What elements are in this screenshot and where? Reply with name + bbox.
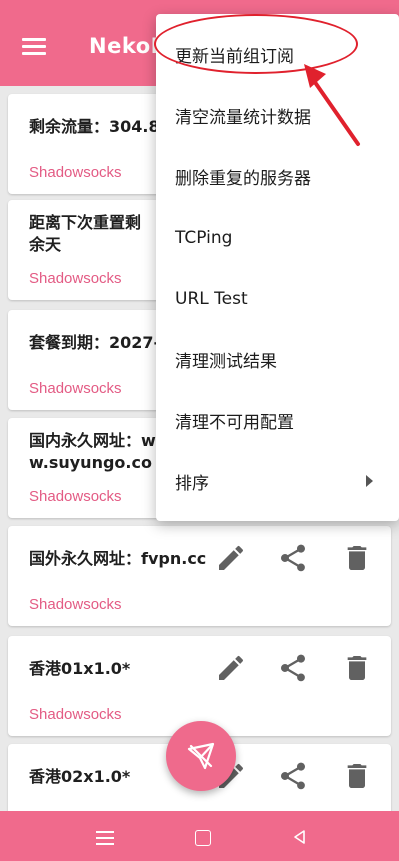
trash-icon[interactable] xyxy=(341,760,373,792)
profile-title: 香港01x1.0* xyxy=(29,659,131,678)
submenu-arrow-icon xyxy=(366,475,373,487)
profile-type: Shadowsocks xyxy=(29,488,122,505)
menu-item-label: 清空流量统计数据 xyxy=(175,108,311,128)
profile-title: 国外永久网址：fvpn.cc xyxy=(29,549,207,568)
profile-title: 距离下次重置剩余天 xyxy=(29,213,142,254)
profile-title: 国内永久网址：www.suyungo.co xyxy=(29,431,171,472)
back-icon[interactable] xyxy=(292,829,308,845)
menu-item-label: 清理测试结果 xyxy=(175,352,277,372)
profile-actions xyxy=(215,652,375,684)
status-bar xyxy=(0,0,399,14)
share-icon[interactable] xyxy=(277,652,309,684)
profile-type: Shadowsocks xyxy=(29,596,122,613)
trash-icon[interactable] xyxy=(341,542,373,574)
menu-item-url-test[interactable]: URL Test xyxy=(156,268,399,329)
profile-actions xyxy=(215,542,375,574)
menu-item-clear-results[interactable]: 清理测试结果 xyxy=(156,329,399,390)
pencil-icon[interactable] xyxy=(215,542,247,574)
menu-item-label: 清理不可用配置 xyxy=(175,413,294,433)
system-nav-bar xyxy=(0,811,399,861)
share-icon[interactable] xyxy=(277,760,309,792)
menu-item-sort[interactable]: 排序 xyxy=(156,451,399,512)
menu-item-label: 删除重复的服务器 xyxy=(175,169,311,189)
paper-plane-icon xyxy=(187,742,215,770)
recent-apps-icon[interactable] xyxy=(96,831,114,845)
menu-item-label: 排序 xyxy=(175,474,209,494)
annotation-arrow-icon xyxy=(304,64,360,146)
profile-type: Shadowsocks xyxy=(29,706,122,723)
menu-item-label: TCPing xyxy=(175,227,233,248)
pencil-icon[interactable] xyxy=(215,652,247,684)
menu-item-clear-unavailable[interactable]: 清理不可用配置 xyxy=(156,390,399,451)
menu-icon[interactable] xyxy=(22,38,46,56)
menu-item-tcping[interactable]: TCPing xyxy=(156,207,399,268)
menu-item-label: URL Test xyxy=(175,288,248,309)
profile-type: Shadowsocks xyxy=(29,164,122,181)
trash-icon[interactable] xyxy=(341,652,373,684)
profile-actions xyxy=(215,760,375,792)
menu-item-remove-duplicates[interactable]: 删除重复的服务器 xyxy=(156,146,399,207)
connect-fab[interactable] xyxy=(166,721,236,791)
share-icon[interactable] xyxy=(277,542,309,574)
profile-card[interactable]: 国外永久网址：fvpn.cc Shadowsocks xyxy=(8,526,391,626)
profile-type: Shadowsocks xyxy=(29,270,122,287)
profile-type: Shadowsocks xyxy=(29,380,122,397)
home-icon[interactable] xyxy=(195,830,211,846)
